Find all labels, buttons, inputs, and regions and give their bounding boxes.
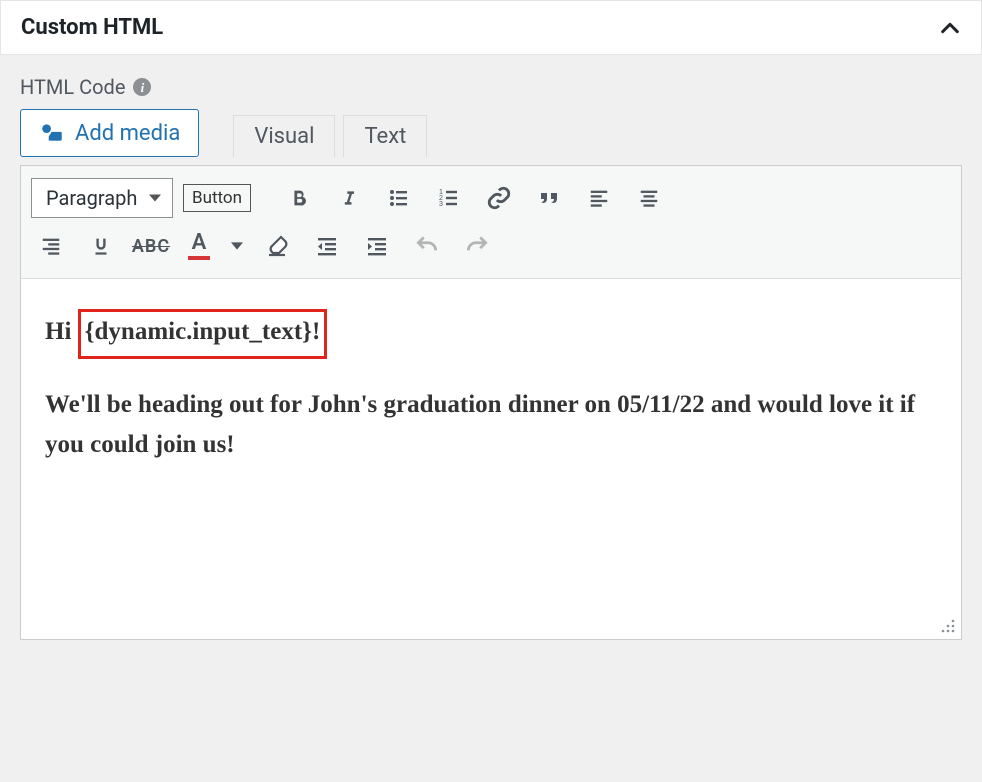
insert-button-chip[interactable]: Button	[183, 184, 251, 212]
text-color-dropdown[interactable]	[227, 226, 247, 266]
editor-box: Paragraph Button 123	[20, 165, 962, 640]
editor-toolbar: Paragraph Button 123	[21, 166, 961, 279]
content-greeting: Hi	[45, 318, 78, 345]
bullet-list-button[interactable]	[379, 178, 419, 218]
panel-title: Custom HTML	[21, 15, 163, 40]
link-button[interactable]	[479, 178, 519, 218]
content-line-2: We'll be heading out for John's graduati…	[45, 385, 937, 465]
strikethrough-button[interactable]: ABC	[131, 226, 171, 266]
text-color-button[interactable]: A	[181, 226, 217, 266]
add-media-label: Add media	[75, 121, 180, 146]
tab-text[interactable]: Text	[343, 115, 427, 157]
numbered-list-button[interactable]: 123	[429, 178, 469, 218]
outdent-button[interactable]	[307, 226, 347, 266]
indent-button[interactable]	[357, 226, 397, 266]
redo-button[interactable]	[457, 226, 497, 266]
italic-button[interactable]	[329, 178, 369, 218]
bold-button[interactable]	[279, 178, 319, 218]
media-icon	[39, 120, 65, 146]
underline-button[interactable]	[81, 226, 121, 266]
resize-grip-icon[interactable]	[939, 617, 957, 635]
align-right-button[interactable]	[31, 226, 71, 266]
add-media-button[interactable]: Add media	[20, 109, 199, 157]
info-icon[interactable]: i	[133, 78, 151, 96]
field-label: HTML Code	[20, 75, 125, 99]
format-select[interactable]: Paragraph	[31, 178, 173, 218]
align-center-button[interactable]	[629, 178, 669, 218]
undo-button[interactable]	[407, 226, 447, 266]
content-line-1: Hi {dynamic.input_text}!	[45, 309, 937, 359]
dynamic-placeholder-highlight: {dynamic.input_text}!	[78, 309, 328, 359]
chevron-up-icon	[939, 17, 961, 39]
align-left-button[interactable]	[579, 178, 619, 218]
tab-visual[interactable]: Visual	[233, 115, 335, 157]
panel-header[interactable]: Custom HTML	[1, 1, 981, 54]
blockquote-button[interactable]	[529, 178, 569, 218]
svg-text:3: 3	[439, 201, 443, 208]
clear-formatting-button[interactable]	[257, 226, 297, 266]
editor-content[interactable]: Hi {dynamic.input_text}! We'll be headin…	[21, 279, 961, 639]
